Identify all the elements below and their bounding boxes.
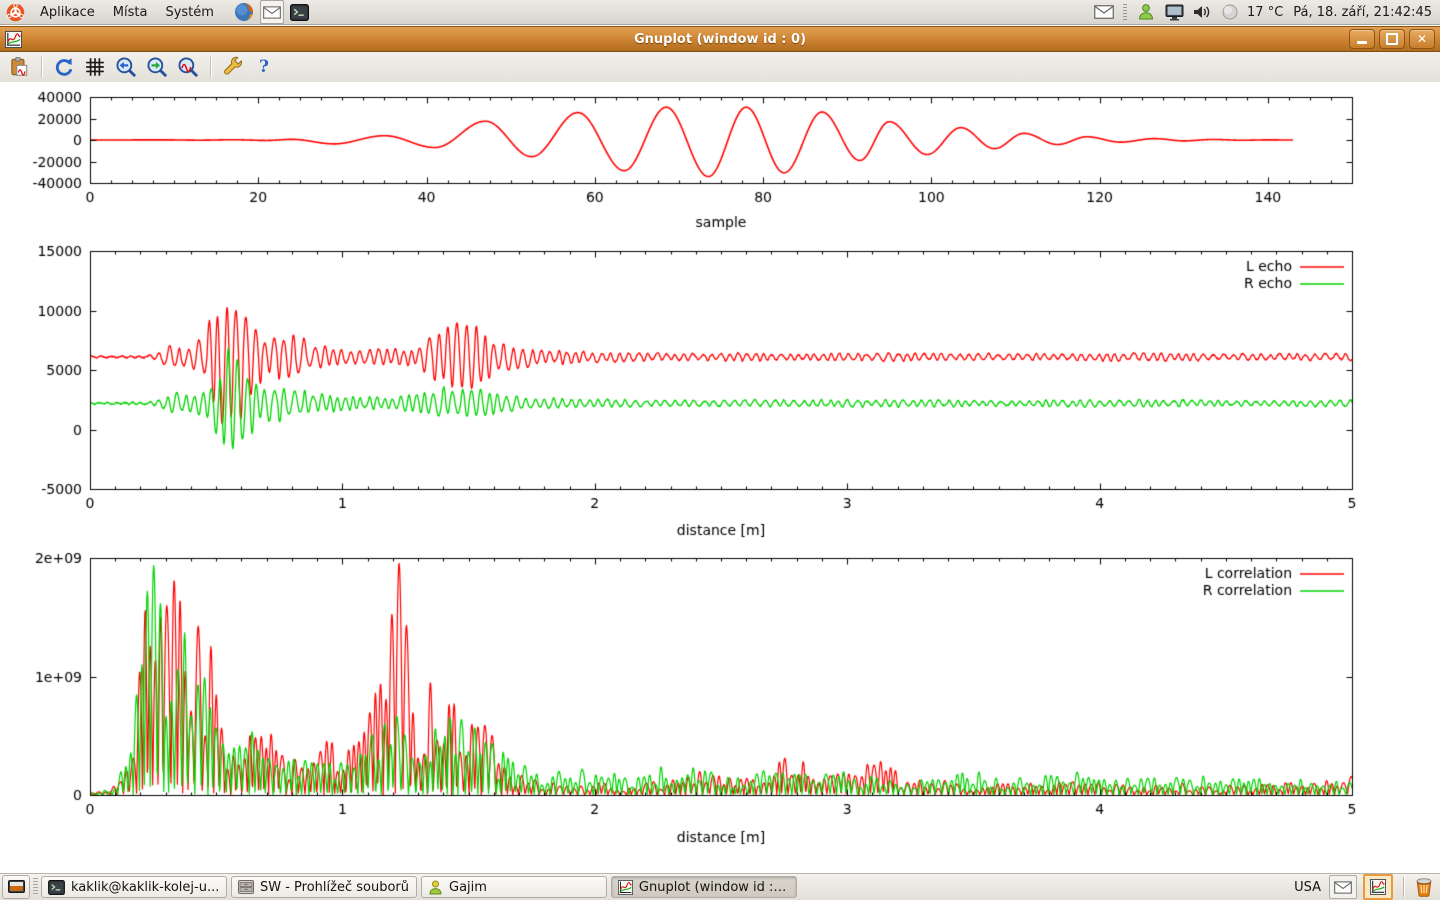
configure-plot-button[interactable] bbox=[220, 54, 246, 80]
mail-notification-icon[interactable] bbox=[1093, 1, 1115, 23]
panel-clock[interactable]: Pá, 18. září, 21:42:45 bbox=[1289, 5, 1432, 20]
task-label: Gajim bbox=[449, 880, 487, 895]
refresh-icon bbox=[53, 56, 75, 78]
mail-launcher-icon[interactable] bbox=[260, 0, 284, 24]
gnuplot-window: Gnuplot (window id : 0) ✕ bbox=[0, 24, 1440, 874]
tasklist-handle[interactable] bbox=[33, 878, 38, 896]
gajim-icon bbox=[428, 880, 443, 895]
taskbar-separator bbox=[1403, 877, 1404, 897]
weather-icon[interactable] bbox=[1219, 1, 1241, 23]
menu-applications-label: Aplikace bbox=[40, 5, 95, 20]
task-button-file-manager[interactable]: SW - Prohlížeč souborů bbox=[231, 876, 417, 898]
menu-places[interactable]: Místa bbox=[104, 0, 157, 24]
trash-icon bbox=[1414, 877, 1434, 897]
menu-places-label: Místa bbox=[113, 5, 148, 20]
taskbar-right: USA bbox=[1294, 874, 1440, 900]
minimize-icon bbox=[1357, 41, 1367, 44]
task-label: Gnuplot (window id : 0) bbox=[639, 880, 790, 895]
window-title: Gnuplot (window id : 0) bbox=[0, 32, 1440, 47]
gnuplot-tray-button[interactable] bbox=[1363, 874, 1393, 900]
display-settings-icon[interactable] bbox=[1163, 1, 1185, 23]
gnuplot-icon bbox=[618, 880, 633, 895]
show-desktop-icon bbox=[8, 880, 25, 895]
zoom-previous-icon bbox=[115, 56, 137, 78]
toggle-grid-button[interactable] bbox=[82, 54, 108, 80]
show-desktop-button[interactable] bbox=[2, 875, 30, 899]
gnuplot-icon bbox=[1370, 879, 1386, 895]
toolbar-separator bbox=[41, 56, 42, 78]
minimize-button[interactable] bbox=[1349, 29, 1375, 49]
zoom-autoscale-icon bbox=[177, 56, 199, 78]
task-label: SW - Prohlížeč souborů bbox=[260, 880, 409, 895]
grid-icon bbox=[84, 56, 106, 78]
task-button-gajim[interactable]: Gajim bbox=[421, 876, 607, 898]
firefox-launcher-icon[interactable] bbox=[233, 1, 255, 23]
copy-icon bbox=[8, 56, 30, 78]
volume-icon[interactable] bbox=[1191, 1, 1213, 23]
gnuplot-plot-area[interactable] bbox=[0, 82, 1440, 874]
trash-button[interactable] bbox=[1414, 877, 1434, 897]
panel-tray: 17 °C Pá, 18. září, 21:42:45 bbox=[1093, 0, 1440, 24]
menu-system-label: Systém bbox=[165, 5, 213, 20]
wrench-icon bbox=[222, 56, 244, 78]
panel-menus: Aplikace Místa Systém bbox=[0, 0, 311, 24]
maximize-button[interactable] bbox=[1379, 29, 1405, 49]
menu-applications[interactable]: Aplikace bbox=[31, 0, 104, 24]
file-manager-icon bbox=[238, 880, 254, 894]
gnome-top-panel: Aplikace Místa Systém bbox=[0, 0, 1440, 25]
tray-separator bbox=[1123, 4, 1127, 20]
copy-to-clipboard-button[interactable] bbox=[6, 54, 32, 80]
user-switcher-icon[interactable] bbox=[1135, 1, 1157, 23]
close-icon: ✕ bbox=[1417, 33, 1427, 45]
task-button-terminal[interactable]: kaklik@kaklik-kolej-u... bbox=[41, 876, 227, 898]
mail-tray-button[interactable] bbox=[1329, 875, 1357, 899]
ubuntu-logo-icon[interactable] bbox=[0, 3, 31, 22]
menu-system[interactable]: Systém bbox=[156, 0, 222, 24]
task-button-gnuplot[interactable]: Gnuplot (window id : 0) bbox=[611, 876, 797, 898]
gnuplot-toolbar: ? bbox=[0, 52, 1440, 83]
toolbar-separator bbox=[210, 56, 211, 78]
close-button[interactable]: ✕ bbox=[1409, 29, 1435, 49]
replot-button[interactable] bbox=[51, 54, 77, 80]
temperature-indicator[interactable]: 17 °C bbox=[1247, 5, 1283, 20]
help-button[interactable]: ? bbox=[251, 54, 277, 80]
terminal-launcher-icon[interactable] bbox=[289, 1, 311, 23]
previous-zoom-button[interactable] bbox=[113, 54, 139, 80]
window-controls: ✕ bbox=[1349, 29, 1440, 49]
zoom-next-icon bbox=[146, 56, 168, 78]
help-icon: ? bbox=[259, 57, 269, 77]
keyboard-layout-indicator[interactable]: USA bbox=[1294, 880, 1323, 895]
next-zoom-button[interactable] bbox=[144, 54, 170, 80]
window-titlebar[interactable]: Gnuplot (window id : 0) ✕ bbox=[0, 26, 1440, 52]
maximize-icon bbox=[1386, 33, 1398, 45]
bottom-taskbar: kaklik@kaklik-kolej-u... SW - Prohlížeč … bbox=[0, 873, 1440, 900]
autoscale-button[interactable] bbox=[175, 54, 201, 80]
terminal-icon bbox=[48, 880, 65, 895]
panel-launchers bbox=[233, 0, 311, 24]
task-label: kaklik@kaklik-kolej-u... bbox=[71, 880, 219, 895]
envelope-icon bbox=[1334, 881, 1352, 894]
